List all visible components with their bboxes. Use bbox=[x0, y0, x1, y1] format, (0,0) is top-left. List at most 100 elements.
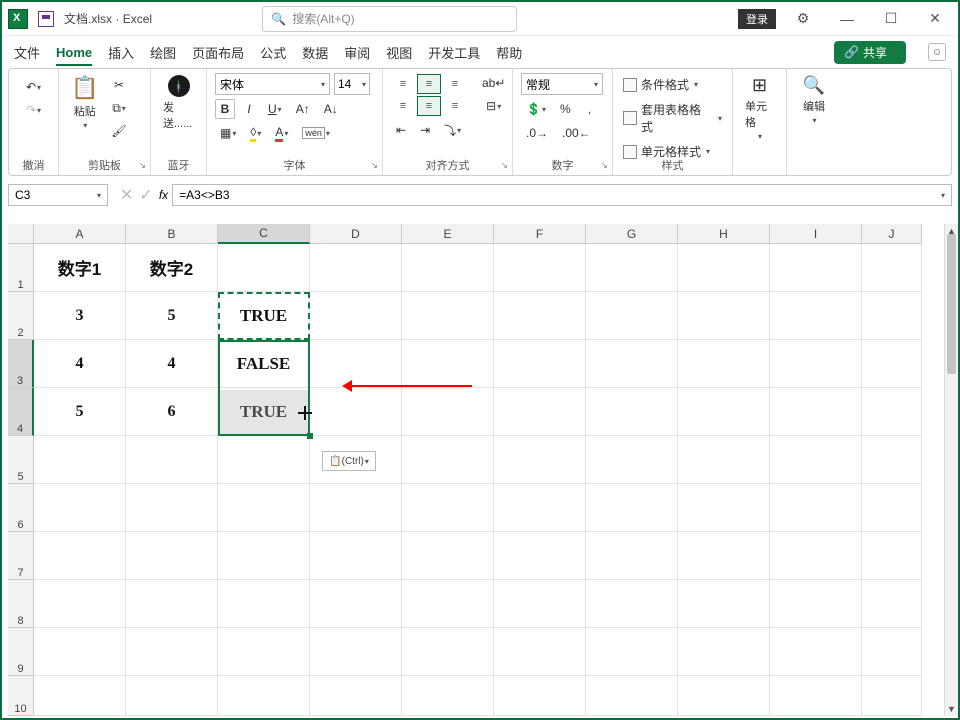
cell-D3[interactable] bbox=[310, 340, 402, 388]
tab-home[interactable]: Home bbox=[56, 45, 92, 60]
cell-D8[interactable] bbox=[310, 580, 402, 628]
cell-I4[interactable] bbox=[770, 388, 862, 436]
cell-H4[interactable] bbox=[678, 388, 770, 436]
confirm-icon[interactable]: ✓ bbox=[139, 185, 152, 205]
column-header-A[interactable]: A bbox=[34, 224, 126, 244]
align-center[interactable]: ≡ bbox=[417, 96, 441, 116]
column-header-B[interactable]: B bbox=[126, 224, 218, 244]
cell-F2[interactable] bbox=[494, 292, 586, 340]
cell-C9[interactable] bbox=[218, 628, 310, 676]
cell-C7[interactable] bbox=[218, 532, 310, 580]
cell-G3[interactable] bbox=[586, 340, 678, 388]
cell-J5[interactable] bbox=[862, 436, 922, 484]
tab-layout[interactable]: 页面布局 bbox=[192, 43, 244, 62]
tab-help[interactable]: 帮助 bbox=[496, 43, 522, 62]
cell-F4[interactable] bbox=[494, 388, 586, 436]
row-header-8[interactable]: 8 bbox=[8, 580, 34, 628]
tab-review[interactable]: 审阅 bbox=[344, 43, 370, 62]
clipboard-launcher-icon[interactable]: ↘ bbox=[138, 160, 146, 171]
percent-button[interactable]: % bbox=[555, 99, 576, 119]
cell-C10[interactable] bbox=[218, 676, 310, 716]
cells-format-button[interactable]: ⊞ 单元格 ▾ bbox=[741, 73, 778, 143]
cell-G4[interactable] bbox=[586, 388, 678, 436]
format-painter-button[interactable]: 🖌 bbox=[106, 121, 131, 141]
column-header-F[interactable]: F bbox=[494, 224, 586, 244]
cell-J3[interactable] bbox=[862, 340, 922, 388]
borders-button[interactable]: ▦▾ bbox=[215, 123, 241, 143]
currency-button[interactable]: 💲▾ bbox=[521, 99, 551, 119]
decrease-indent-button[interactable]: ⇤ bbox=[391, 120, 411, 140]
cell-I10[interactable] bbox=[770, 676, 862, 716]
paste-button[interactable]: 📋 粘贴 ▾ bbox=[67, 73, 102, 132]
scroll-thumb[interactable] bbox=[947, 234, 956, 374]
cell-J7[interactable] bbox=[862, 532, 922, 580]
cell-I7[interactable] bbox=[770, 532, 862, 580]
cell-F5[interactable] bbox=[494, 436, 586, 484]
cell-H6[interactable] bbox=[678, 484, 770, 532]
cell-A1[interactable]: 数字1 bbox=[34, 244, 126, 292]
align-left[interactable]: ≡ bbox=[391, 96, 415, 116]
align-middle-center[interactable]: ≡ bbox=[417, 74, 441, 94]
row-header-6[interactable]: 6 bbox=[8, 484, 34, 532]
cell-F1[interactable] bbox=[494, 244, 586, 292]
cell-B3[interactable]: 4 bbox=[126, 340, 218, 388]
cell-H7[interactable] bbox=[678, 532, 770, 580]
search-box[interactable]: 🔍 搜索(Alt+Q) bbox=[262, 6, 517, 32]
fill-color-button[interactable]: ◊▾ bbox=[245, 123, 266, 143]
cell-B1[interactable]: 数字2 bbox=[126, 244, 218, 292]
cell-B8[interactable] bbox=[126, 580, 218, 628]
cell-H1[interactable] bbox=[678, 244, 770, 292]
cell-B7[interactable] bbox=[126, 532, 218, 580]
cell-H3[interactable] bbox=[678, 340, 770, 388]
cell-A2[interactable]: 3 bbox=[34, 292, 126, 340]
scroll-down-icon[interactable]: ▼ bbox=[945, 702, 958, 716]
cell-E1[interactable] bbox=[402, 244, 494, 292]
select-all-corner[interactable] bbox=[8, 224, 34, 244]
cell-B6[interactable] bbox=[126, 484, 218, 532]
cell-B4[interactable]: 6 bbox=[126, 388, 218, 436]
cell-H5[interactable] bbox=[678, 436, 770, 484]
align-top-left[interactable]: ≡ bbox=[391, 74, 415, 94]
cell-E8[interactable] bbox=[402, 580, 494, 628]
increase-decimal-button[interactable]: .0→ bbox=[521, 123, 553, 143]
cell-H2[interactable] bbox=[678, 292, 770, 340]
tab-developer[interactable]: 开发工具 bbox=[428, 43, 480, 62]
cell-C2[interactable]: TRUE bbox=[218, 292, 310, 340]
cell-G7[interactable] bbox=[586, 532, 678, 580]
cell-A7[interactable] bbox=[34, 532, 126, 580]
column-header-E[interactable]: E bbox=[402, 224, 494, 244]
phonetic-button[interactable]: wén▾ bbox=[297, 123, 335, 143]
cell-J10[interactable] bbox=[862, 676, 922, 716]
cell-A9[interactable] bbox=[34, 628, 126, 676]
tab-draw[interactable]: 绘图 bbox=[150, 43, 176, 62]
font-color-button[interactable]: A▾ bbox=[270, 123, 293, 143]
cell-J4[interactable] bbox=[862, 388, 922, 436]
cell-H10[interactable] bbox=[678, 676, 770, 716]
minimize-button[interactable]: — bbox=[830, 6, 864, 32]
cell-F7[interactable] bbox=[494, 532, 586, 580]
merge-button[interactable]: ⊟▾ bbox=[477, 96, 510, 116]
font-name-select[interactable]: 宋体▾ bbox=[215, 73, 330, 95]
save-icon[interactable] bbox=[38, 11, 54, 27]
cell-H8[interactable] bbox=[678, 580, 770, 628]
undo-button[interactable]: ↶▾ bbox=[17, 77, 50, 97]
vertical-scrollbar[interactable]: ▲ ▼ bbox=[944, 224, 958, 716]
cell-D6[interactable] bbox=[310, 484, 402, 532]
cell-E4[interactable] bbox=[402, 388, 494, 436]
cell-A5[interactable] bbox=[34, 436, 126, 484]
close-button[interactable]: ✕ bbox=[918, 6, 952, 32]
font-launcher-icon[interactable]: ↘ bbox=[370, 160, 378, 171]
cell-D10[interactable] bbox=[310, 676, 402, 716]
coming-soon-icon[interactable]: ⚙ bbox=[786, 6, 820, 32]
row-header-5[interactable]: 5 bbox=[8, 436, 34, 484]
tab-view[interactable]: 视图 bbox=[386, 43, 412, 62]
row-header-10[interactable]: 10 bbox=[8, 676, 34, 716]
copy-button[interactable]: ⧉▾ bbox=[106, 98, 131, 118]
cell-I6[interactable] bbox=[770, 484, 862, 532]
cell-C8[interactable] bbox=[218, 580, 310, 628]
cell-G9[interactable] bbox=[586, 628, 678, 676]
cell-E2[interactable] bbox=[402, 292, 494, 340]
find-button[interactable]: 🔍 编辑 ▾ bbox=[795, 73, 833, 127]
conditional-format-button[interactable]: 条件格式▾ bbox=[621, 75, 724, 94]
number-format-select[interactable]: 常规▾ bbox=[521, 73, 603, 95]
